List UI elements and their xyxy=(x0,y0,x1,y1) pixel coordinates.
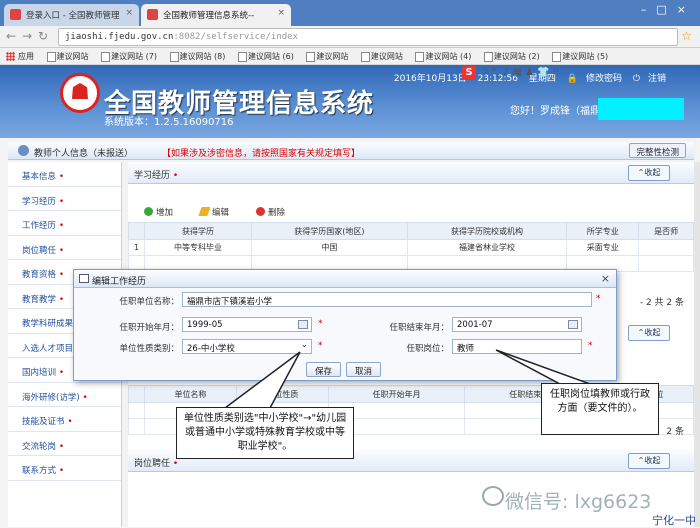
wechat-icon xyxy=(482,486,504,506)
corner-text: 宁化一中 xyxy=(652,514,696,527)
right-callout-pointer xyxy=(495,349,591,385)
left-callout-pointer xyxy=(222,351,301,409)
left-callout: 单位性质类别选"中小学校"→"幼儿园或普通中小学或特殊教育学校或中等职业学校"。 xyxy=(176,407,354,459)
right-callout: 任职岗位填教师或行政方面（要文件的）。 xyxy=(541,383,659,435)
watermark-text: 微信号: lxg6623 xyxy=(505,491,652,513)
